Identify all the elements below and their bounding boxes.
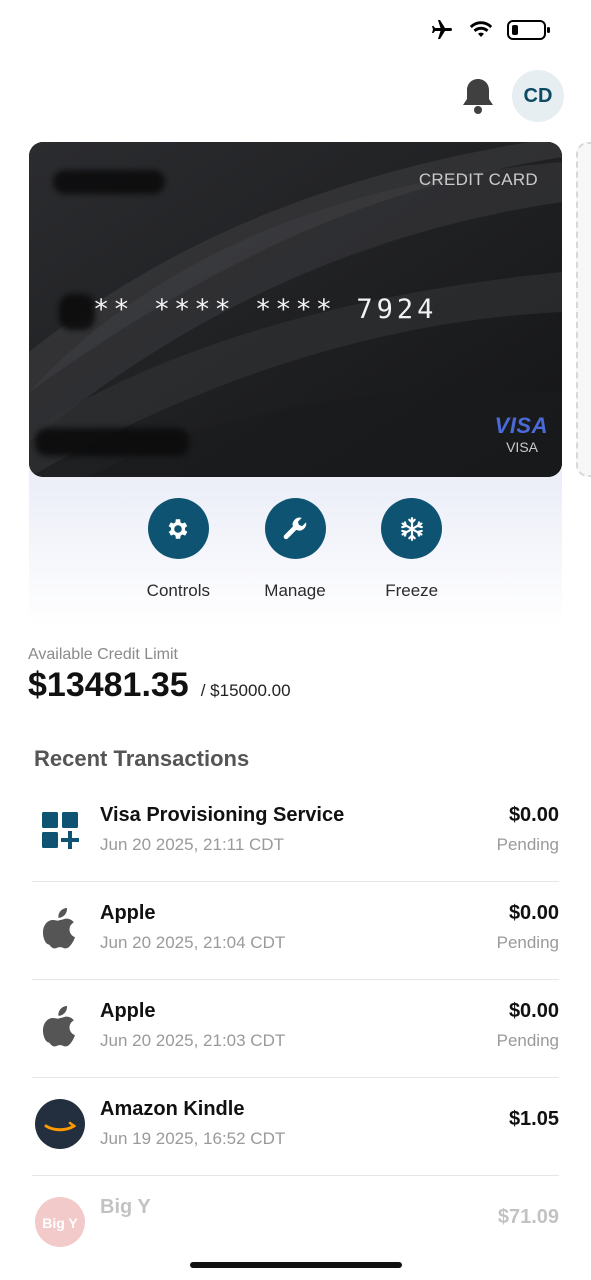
transaction-row[interactable]: Big Y Big Y $71.09 bbox=[32, 1176, 559, 1274]
status-bar bbox=[429, 18, 551, 42]
transaction-merchant: Apple bbox=[100, 1000, 156, 1022]
controls-button[interactable]: Controls bbox=[120, 498, 237, 601]
transaction-date: Jun 20 2025, 21:11 CDT bbox=[100, 835, 284, 854]
transaction-merchant: Amazon Kindle bbox=[100, 1098, 245, 1120]
big-y-icon: Big Y bbox=[34, 1196, 86, 1248]
amazon-icon bbox=[34, 1098, 86, 1150]
total-credit-limit: / $15000.00 bbox=[200, 681, 291, 700]
redacted-number-prefix bbox=[59, 294, 95, 330]
wifi-icon bbox=[469, 21, 493, 37]
transaction-list: Visa Provisioning Service Jun 20 2025, 2… bbox=[32, 784, 559, 1274]
freeze-button-circle[interactable] bbox=[381, 498, 443, 559]
transaction-row[interactable]: Apple Jun 20 2025, 21:03 CDT $0.00 Pendi… bbox=[32, 980, 559, 1078]
freeze-button[interactable]: Freeze bbox=[353, 498, 470, 601]
transaction-row[interactable]: Visa Provisioning Service Jun 20 2025, 2… bbox=[32, 784, 559, 882]
available-credit-amount: $13481.35 bbox=[28, 666, 189, 704]
transaction-date: Jun 20 2025, 21:03 CDT bbox=[100, 1031, 286, 1050]
redacted-name-top bbox=[53, 170, 165, 194]
transaction-amount: $0.00 bbox=[508, 804, 559, 826]
profile-avatar[interactable]: CD bbox=[512, 70, 564, 122]
controls-label: Controls bbox=[146, 581, 210, 600]
transaction-merchant: Apple bbox=[100, 902, 156, 924]
credit-limit-caption: Available Credit Limit bbox=[28, 646, 178, 663]
airplane-icon bbox=[432, 20, 452, 39]
card-type-label: CREDIT CARD bbox=[418, 170, 538, 189]
svg-text:Big Y: Big Y bbox=[42, 1215, 78, 1231]
notifications-bell-icon[interactable] bbox=[460, 76, 496, 116]
transaction-merchant: Big Y bbox=[100, 1196, 151, 1218]
transaction-status: Pending bbox=[496, 835, 559, 854]
manage-button[interactable]: Manage bbox=[237, 498, 354, 601]
manage-label: Manage bbox=[264, 581, 326, 600]
manage-button-circle[interactable] bbox=[264, 498, 326, 559]
transaction-amount: $1.05 bbox=[508, 1108, 559, 1130]
transaction-row[interactable]: Amazon Kindle Jun 19 2025, 16:52 CDT $1.… bbox=[32, 1078, 559, 1176]
apple-icon bbox=[34, 902, 86, 954]
card-number: ** **** **** 7924 bbox=[93, 294, 438, 325]
card-actions: Controls Manage Freeze bbox=[120, 498, 470, 601]
transaction-date: Jun 19 2025, 16:52 CDT bbox=[100, 1129, 286, 1148]
wrench-icon bbox=[283, 517, 307, 539]
recent-transactions-title: Recent Transactions bbox=[34, 746, 250, 771]
visa-logo: VISA bbox=[494, 413, 548, 438]
credit-card[interactable]: CREDIT CARD ** **** **** 7924 VISA VISA bbox=[29, 142, 562, 477]
freeze-label: Freeze bbox=[385, 581, 439, 600]
transaction-date: Jun 20 2025, 21:04 CDT bbox=[100, 933, 286, 952]
apple-icon bbox=[34, 1000, 86, 1052]
transaction-amount: $71.09 bbox=[497, 1206, 559, 1228]
battery-icon bbox=[507, 20, 550, 40]
gear-icon bbox=[169, 518, 188, 539]
snowflake-icon bbox=[400, 516, 423, 541]
transaction-row[interactable]: Apple Jun 20 2025, 21:04 CDT $0.00 Pendi… bbox=[32, 882, 559, 980]
card-network-label: VISA bbox=[506, 439, 538, 455]
redacted-cardholder bbox=[35, 428, 189, 456]
transaction-amount: $0.00 bbox=[508, 1000, 559, 1022]
home-indicator[interactable] bbox=[190, 1262, 402, 1268]
grid-plus-icon bbox=[34, 804, 86, 856]
next-card-peek[interactable] bbox=[576, 142, 591, 477]
controls-button-circle[interactable] bbox=[147, 498, 209, 559]
transaction-merchant: Visa Provisioning Service bbox=[100, 804, 345, 826]
transaction-status: Pending bbox=[496, 1031, 559, 1050]
transaction-status: Pending bbox=[496, 933, 559, 952]
transaction-amount: $0.00 bbox=[508, 902, 559, 924]
credit-limit-row: $13481.35 / $15000.00 bbox=[28, 666, 291, 705]
